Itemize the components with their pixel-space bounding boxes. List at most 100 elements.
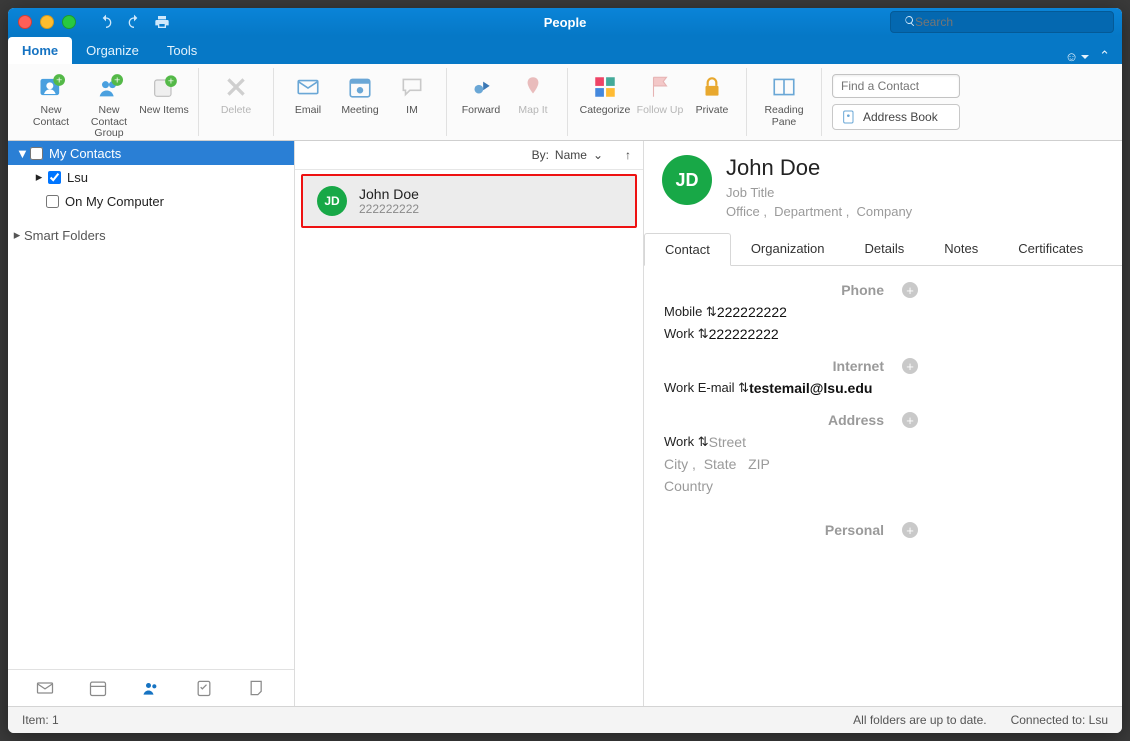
street-field[interactable]: Street bbox=[709, 434, 746, 450]
forward-button[interactable]: Forward bbox=[455, 70, 507, 117]
new-contact-group-button[interactable]: + New Contact Group bbox=[80, 70, 138, 140]
feedback-icon[interactable]: ☺ bbox=[1065, 49, 1089, 64]
sync-status: All folders are up to date. bbox=[853, 713, 986, 727]
status-bar: Item: 1 All folders are up to date. Conn… bbox=[8, 706, 1122, 733]
mobile-label[interactable]: Mobile bbox=[664, 304, 702, 319]
forward-icon bbox=[466, 72, 496, 102]
undo-icon[interactable] bbox=[98, 14, 114, 30]
delete-icon bbox=[221, 72, 251, 102]
svg-text:+: + bbox=[168, 76, 174, 88]
outlook-people-window: People Home Organize Tools ☺ ⌃ + New Con… bbox=[8, 8, 1122, 733]
meeting-icon bbox=[345, 72, 375, 102]
detail-tab-details[interactable]: Details bbox=[845, 233, 925, 265]
work-email-label[interactable]: Work E-mail bbox=[664, 380, 735, 395]
list-sort-header[interactable]: By: Name ⌄ ↑ bbox=[295, 141, 643, 170]
zip-field[interactable]: ZIP bbox=[748, 456, 770, 472]
new-contact-group-icon: + bbox=[94, 72, 124, 102]
print-icon[interactable] bbox=[154, 14, 170, 30]
people-nav-icon[interactable] bbox=[141, 678, 161, 698]
main-body: ▼ My Contacts ▸ Lsu On My Computer ▸ Sma… bbox=[8, 141, 1122, 706]
new-items-button[interactable]: + New Items bbox=[138, 70, 190, 117]
on-my-computer-checkbox[interactable] bbox=[46, 195, 59, 208]
zoom-window-button[interactable] bbox=[62, 15, 76, 29]
notes-nav-icon[interactable] bbox=[247, 678, 267, 698]
ribbon-tabs: Home Organize Tools ☺ ⌃ bbox=[8, 36, 1122, 64]
country-field[interactable]: Country bbox=[664, 478, 713, 494]
tab-organize[interactable]: Organize bbox=[72, 37, 153, 64]
map-pin-icon bbox=[518, 72, 548, 102]
nav-footer bbox=[8, 669, 294, 706]
contact-name: John Doe bbox=[359, 186, 419, 202]
folder-pane: ▼ My Contacts ▸ Lsu On My Computer ▸ Sma… bbox=[8, 141, 295, 706]
redo-icon[interactable] bbox=[126, 14, 142, 30]
detail-office[interactable]: Office bbox=[726, 204, 760, 219]
svg-text:+: + bbox=[114, 75, 120, 87]
work-email-value[interactable]: testemail@lsu.edu bbox=[749, 380, 872, 396]
tree-lsu[interactable]: ▸ Lsu bbox=[8, 165, 294, 189]
tree-my-contacts[interactable]: ▼ My Contacts bbox=[8, 141, 294, 165]
tab-home[interactable]: Home bbox=[8, 37, 72, 64]
detail-department[interactable]: Department bbox=[774, 204, 842, 219]
global-search bbox=[890, 11, 1122, 33]
email-button[interactable]: Email bbox=[282, 70, 334, 117]
window-controls bbox=[8, 15, 86, 29]
section-address: Address bbox=[664, 412, 894, 428]
mail-nav-icon[interactable] bbox=[35, 678, 55, 698]
detail-job-title[interactable]: Job Title bbox=[726, 185, 912, 200]
section-phone: Phone bbox=[664, 282, 894, 298]
tasks-nav-icon[interactable] bbox=[194, 678, 214, 698]
state-field[interactable]: State bbox=[704, 456, 737, 472]
work-phone-label[interactable]: Work bbox=[664, 326, 694, 341]
address-type-label[interactable]: Work bbox=[664, 434, 694, 449]
chevron-right-icon: ▸ bbox=[34, 169, 44, 185]
detail-tabs: Contact Organization Details Notes Certi… bbox=[644, 233, 1122, 266]
lsu-checkbox[interactable] bbox=[48, 171, 61, 184]
work-phone-value[interactable]: 222222222 bbox=[709, 326, 779, 342]
map-it-button[interactable]: Map It bbox=[507, 70, 559, 117]
add-personal-button[interactable]: + bbox=[902, 522, 918, 538]
lock-icon bbox=[697, 72, 727, 102]
detail-tab-organization[interactable]: Organization bbox=[731, 233, 845, 265]
im-icon bbox=[397, 72, 427, 102]
contact-avatar: JD bbox=[317, 186, 347, 216]
add-phone-button[interactable]: + bbox=[902, 282, 918, 298]
ribbon: + New Contact + New Contact Group + New … bbox=[8, 64, 1122, 141]
section-personal: Personal bbox=[664, 522, 894, 538]
flag-icon bbox=[645, 72, 675, 102]
minimize-window-button[interactable] bbox=[40, 15, 54, 29]
address-book-button[interactable]: Address Book bbox=[832, 104, 960, 130]
calendar-nav-icon[interactable] bbox=[88, 678, 108, 698]
add-address-button[interactable]: + bbox=[902, 412, 918, 428]
search-input[interactable] bbox=[890, 11, 1114, 33]
contact-list-item[interactable]: JD John Doe 222222222 bbox=[301, 174, 637, 228]
delete-button[interactable]: Delete bbox=[207, 70, 265, 117]
close-window-button[interactable] bbox=[18, 15, 32, 29]
titlebar: People bbox=[8, 8, 1122, 36]
detail-name: John Doe bbox=[726, 155, 912, 181]
detail-tab-contact[interactable]: Contact bbox=[644, 233, 731, 266]
detail-tab-notes[interactable]: Notes bbox=[924, 233, 998, 265]
my-contacts-checkbox[interactable] bbox=[30, 147, 43, 160]
private-button[interactable]: Private bbox=[686, 70, 738, 117]
contact-list-pane: By: Name ⌄ ↑ JD John Doe 222222222 bbox=[295, 141, 644, 706]
email-icon bbox=[293, 72, 323, 102]
find-contact-input[interactable] bbox=[832, 74, 960, 98]
follow-up-button[interactable]: Follow Up bbox=[634, 70, 686, 117]
meeting-button[interactable]: Meeting bbox=[334, 70, 386, 117]
chevron-down-icon: ⌄ bbox=[593, 148, 603, 162]
tab-tools[interactable]: Tools bbox=[153, 37, 211, 64]
categorize-button[interactable]: Categorize bbox=[576, 70, 634, 117]
sort-asc-icon[interactable]: ↑ bbox=[625, 148, 631, 162]
detail-company[interactable]: Company bbox=[857, 204, 913, 219]
collapse-ribbon-icon[interactable]: ⌃ bbox=[1099, 48, 1110, 64]
city-field[interactable]: City bbox=[664, 456, 688, 472]
new-contact-button[interactable]: + New Contact bbox=[22, 70, 80, 128]
mobile-value[interactable]: 222222222 bbox=[717, 304, 787, 320]
im-button[interactable]: IM bbox=[386, 70, 438, 117]
reading-pane-button[interactable]: Reading Pane bbox=[755, 70, 813, 128]
tree-smart-folders[interactable]: ▸ Smart Folders bbox=[8, 223, 294, 247]
detail-avatar: JD bbox=[662, 155, 712, 205]
add-internet-button[interactable]: + bbox=[902, 358, 918, 374]
tree-on-my-computer[interactable]: On My Computer bbox=[8, 189, 294, 213]
detail-tab-certificates[interactable]: Certificates bbox=[998, 233, 1103, 265]
